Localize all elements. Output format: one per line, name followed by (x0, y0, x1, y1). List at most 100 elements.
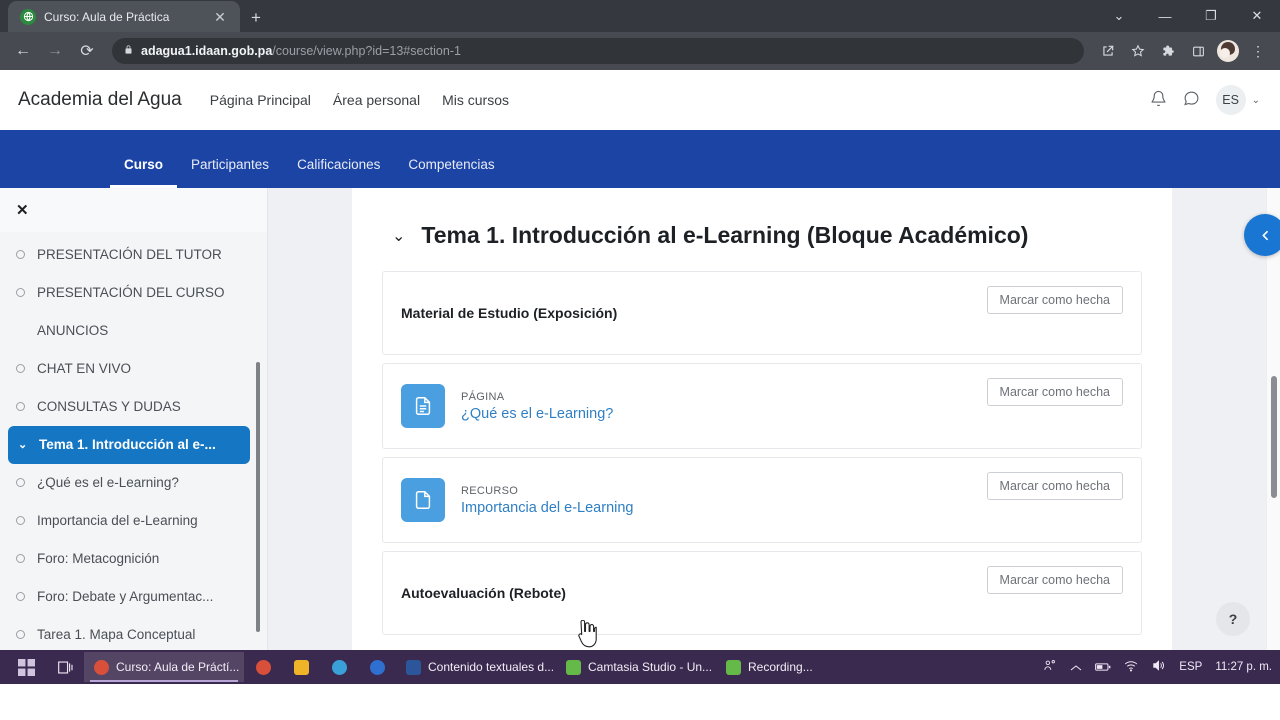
completion-bullet-icon (16, 516, 25, 526)
activity-texts: RECURSO Importancia del e-Learning (461, 485, 634, 516)
site-brand[interactable]: Academia del Agua (18, 89, 182, 111)
chevron-down-icon[interactable]: ⌄ (392, 226, 405, 246)
page-document-icon (401, 384, 445, 428)
nav-item-mis-cursos[interactable]: Mis cursos (442, 92, 509, 108)
tab-curso[interactable]: Curso (110, 157, 178, 188)
word-icon (406, 659, 421, 675)
window-maximize-button[interactable]: ❐ (1188, 0, 1234, 32)
completion-bullet-icon (16, 250, 25, 260)
mark-as-done-button[interactable]: Marcar como hecha (986, 286, 1123, 314)
mail-icon (369, 659, 385, 675)
people-share-icon[interactable] (1043, 659, 1057, 675)
sidebar-item-label: Tarea 1. Mapa Conceptual (37, 627, 196, 643)
sidebar-item-foro-metacognicion[interactable]: Foro: Metacognición (0, 540, 258, 578)
main-content: ⌄ Tema 1. Introducción al e-Learning (Bl… (268, 188, 1280, 650)
block-drawer-toggle-button[interactable] (1244, 214, 1280, 256)
windows-start-icon[interactable] (6, 650, 46, 684)
address-bar[interactable]: adagua1.idaan.gob.pa/course/view.php?id=… (112, 38, 1084, 64)
activity-item-material-de-estudio[interactable]: Material de Estudio (Exposición) Marcar … (382, 271, 1142, 355)
taskbar-item-chrome[interactable] (244, 650, 282, 684)
drawer-header: ✕ (0, 188, 268, 232)
activity-item-recurso[interactable]: RECURSO Importancia del e-Learning Marca… (382, 457, 1142, 543)
taskbar-item-mail[interactable] (358, 650, 396, 684)
volume-icon[interactable] (1151, 659, 1166, 675)
chevron-down-icon: ⌄ (1251, 94, 1260, 106)
nav-item-pagina-principal[interactable]: Página Principal (210, 92, 311, 108)
tab-close-icon[interactable]: ✕ (210, 7, 230, 27)
sidebar-item-importancia-del-elearning[interactable]: Importancia del e-Learning (0, 502, 258, 540)
sidebar-item-consultas-y-dudas[interactable]: CONSULTAS Y DUDAS (0, 388, 258, 426)
browser-titlebar: Curso: Aula de Práctica ✕ + ⌄ — ❐ ✕ (0, 0, 1280, 32)
activity-link[interactable]: Importancia del e-Learning (461, 500, 634, 516)
wifi-icon[interactable] (1124, 660, 1138, 675)
taskbar-item-chrome-course[interactable]: Curso: Aula de Práctí... (84, 652, 244, 682)
side-panel-icon[interactable] (1184, 37, 1212, 65)
course-index-drawer: ✕ PRESENTACIÓN DEL TUTOR PRESENTACIÓN DE… (0, 188, 268, 650)
activity-link[interactable]: ¿Qué es el e-Learning? (461, 406, 613, 422)
course-section-card: ⌄ Tema 1. Introducción al e-Learning (Bl… (352, 188, 1172, 650)
tray-clock[interactable]: 11:27 p. m. (1215, 661, 1272, 673)
activity-item-autoevaluacion[interactable]: Autoevaluación (Rebote) Marcar como hech… (382, 551, 1142, 635)
reload-icon[interactable]: ⟳ (72, 36, 102, 66)
taskbar-item-label: Camtasia Studio - Un... (588, 660, 713, 674)
sidebar-item-label: Foro: Debate y Argumentac... (37, 589, 214, 605)
sidebar-item-label: Foro: Metacognición (37, 551, 160, 567)
new-tab-button[interactable]: + (246, 7, 266, 27)
language-selector[interactable]: ES ⌄ (1215, 85, 1260, 115)
window-dropdown-icon[interactable]: ⌄ (1096, 0, 1142, 32)
chrome-menu-icon[interactable]: ⋮ (1244, 37, 1272, 65)
extensions-puzzle-icon[interactable] (1154, 37, 1182, 65)
completion-bullet-icon (16, 402, 25, 412)
task-view-icon[interactable] (46, 650, 84, 684)
sidebar-item-foro-debate[interactable]: Foro: Debate y Argumentac... (0, 578, 258, 616)
browser-toolbar: ← → ⟳ adagua1.idaan.gob.pa/course/view.p… (0, 32, 1280, 70)
forward-icon[interactable]: → (40, 36, 70, 66)
taskbar-item-label: Curso: Aula de Práctí... (116, 660, 240, 674)
taskbar-item-recording[interactable]: Recording... (716, 652, 823, 682)
drawer-scrollbar[interactable] (256, 361, 260, 632)
completion-bullet-icon (16, 592, 25, 602)
share-icon[interactable] (1094, 37, 1122, 65)
mark-as-done-button[interactable]: Marcar como hecha (986, 566, 1123, 594)
chrome-icon (255, 659, 271, 675)
taskbar-item-photos[interactable] (320, 650, 358, 684)
bell-icon[interactable] (1150, 90, 1167, 111)
bookmark-star-icon[interactable] (1124, 37, 1152, 65)
browser-tab[interactable]: Curso: Aula de Práctica ✕ (8, 1, 240, 32)
help-button[interactable]: ? (1216, 602, 1250, 636)
sidebar-item-chat-en-vivo[interactable]: CHAT EN VIVO (0, 350, 258, 388)
sidebar-item-label: PRESENTACIÓN DEL CURSO (37, 285, 225, 301)
nav-item-area-personal[interactable]: Área personal (333, 92, 420, 108)
tray-language[interactable]: ESP (1179, 661, 1202, 673)
sidebar-item-que-es-el-elearning[interactable]: ¿Qué es el e-Learning? (0, 464, 258, 502)
taskbar-item-file-explorer[interactable] (282, 650, 320, 684)
course-nav: Curso Participantes Calificaciones Compe… (0, 130, 1280, 188)
page-body: ✕ PRESENTACIÓN DEL TUTOR PRESENTACIÓN DE… (0, 188, 1280, 650)
sidebar-item-anuncios[interactable]: ANUNCIOS (0, 312, 258, 350)
window-minimize-button[interactable]: — (1142, 0, 1188, 32)
mark-as-done-button[interactable]: Marcar como hecha (986, 472, 1123, 500)
profile-avatar[interactable] (1217, 40, 1239, 62)
battery-icon[interactable] (1095, 660, 1111, 675)
file-resource-icon (401, 478, 445, 522)
back-icon[interactable]: ← (8, 36, 38, 66)
sidebar-item-tarea-1[interactable]: Tarea 1. Mapa Conceptual (0, 616, 258, 650)
sidebar-item-tema-1[interactable]: ⌄ Tema 1. Introducción al e-... (8, 425, 250, 464)
mark-as-done-button[interactable]: Marcar como hecha (986, 378, 1123, 406)
taskbar-item-camtasia-studio[interactable]: Camtasia Studio - Un... (556, 652, 716, 682)
photos-icon (331, 659, 347, 675)
taskbar-item-label: Contenido textuales d... (428, 660, 555, 674)
window-close-button[interactable]: ✕ (1234, 0, 1280, 32)
sidebar-item-presentacion-del-curso[interactable]: PRESENTACIÓN DEL CURSO (0, 274, 258, 312)
close-icon[interactable]: ✕ (16, 201, 29, 219)
sidebar-item-presentacion-del-tutor[interactable]: PRESENTACIÓN DEL TUTOR (0, 236, 258, 274)
page-scrollbar-thumb[interactable] (1271, 376, 1277, 498)
chat-bubble-icon[interactable] (1183, 90, 1200, 111)
tab-competencias[interactable]: Competencias (394, 157, 508, 188)
activity-item-pagina[interactable]: PÁGINA ¿Qué es el e-Learning? Marcar com… (382, 363, 1142, 449)
tab-calificaciones[interactable]: Calificaciones (283, 157, 394, 188)
show-hidden-icons-chevron[interactable] (1070, 660, 1082, 675)
sidebar-item-label: ANUNCIOS (37, 323, 109, 339)
taskbar-item-word[interactable]: Contenido textuales d... (396, 652, 556, 682)
tab-participantes[interactable]: Participantes (177, 157, 283, 188)
